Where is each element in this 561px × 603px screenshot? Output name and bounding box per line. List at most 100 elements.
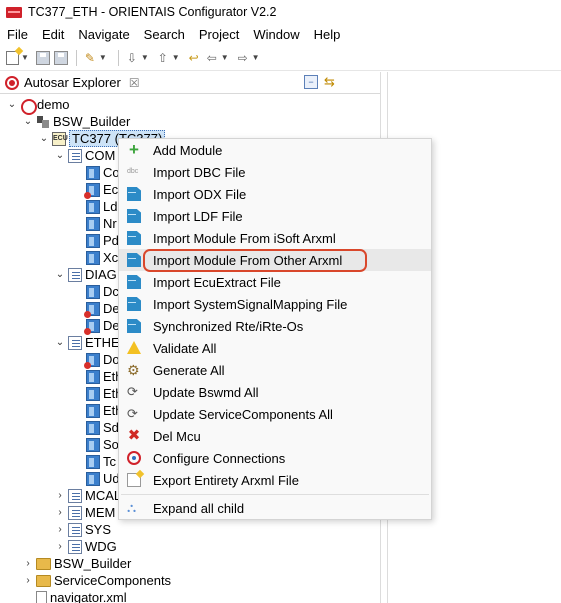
- tree-label: ServiceComponents: [54, 573, 172, 588]
- chevron-right-icon[interactable]: ›: [54, 541, 66, 552]
- menu-item-export-entirety-arxml[interactable]: Export Entirety Arxml File: [119, 469, 431, 491]
- tree-node-com-child[interactable]: Pd: [86, 232, 119, 249]
- menu-item-import-ecuextract[interactable]: Import EcuExtract File: [119, 271, 431, 293]
- menu-window[interactable]: Window: [246, 27, 306, 42]
- menu-item-import-odx[interactable]: Import ODX File: [119, 183, 431, 205]
- document-icon: [127, 275, 141, 289]
- menu-item-update-bswmd-all[interactable]: ⟳ Update Bswmd All: [119, 381, 431, 403]
- menu-item-generate-all[interactable]: ⚙ Generate All: [119, 359, 431, 381]
- tree-label: BSW_Builder: [53, 114, 131, 129]
- forward-dropdown-icon[interactable]: ▼: [252, 53, 260, 62]
- back-icon[interactable]: ⇦: [204, 50, 220, 66]
- tree-node-diag[interactable]: ⌄ DIAG: [54, 266, 117, 283]
- tree-label: Tc: [103, 454, 116, 469]
- last-edit-icon[interactable]: ↩: [186, 50, 202, 66]
- new-dropdown-icon[interactable]: ▼: [21, 53, 29, 62]
- menu-project[interactable]: Project: [192, 27, 246, 42]
- tree-node-bsw-builder-folder[interactable]: › BSW_Builder: [22, 555, 131, 572]
- chevron-down-icon[interactable]: ⌄: [22, 116, 34, 127]
- chevron-right-icon[interactable]: ›: [22, 575, 34, 586]
- connection-icon: [127, 451, 141, 465]
- menu-item-configure-connections[interactable]: Configure Connections: [119, 447, 431, 469]
- menu-item-import-ldf[interactable]: Import LDF File: [119, 205, 431, 227]
- menu-item-validate-all[interactable]: Validate All: [119, 337, 431, 359]
- menu-item-import-isoft-arxml[interactable]: Import Module From iSoft Arxml: [119, 227, 431, 249]
- menu-help[interactable]: Help: [307, 27, 348, 42]
- tree-label: COM: [85, 148, 116, 163]
- menu-item-import-dbc[interactable]: dbc Import DBC File: [119, 161, 431, 183]
- tree-node-ethe-child[interactable]: Ud: [86, 470, 120, 487]
- menu-file[interactable]: File: [0, 27, 35, 42]
- chevron-down-icon[interactable]: ⌄: [54, 150, 66, 161]
- prev-annotation-icon[interactable]: ⇧: [155, 50, 171, 66]
- tree-node-diag-child[interactable]: De: [84, 317, 120, 335]
- tree-label: Sd: [103, 420, 119, 435]
- menu-item-del-mcu[interactable]: ✖ Del Mcu: [119, 425, 431, 447]
- tree-node-service-components[interactable]: › ServiceComponents: [22, 572, 171, 589]
- wand-icon[interactable]: ✎: [82, 50, 98, 66]
- back-dropdown-icon[interactable]: ▼: [221, 53, 229, 62]
- tree-node-bsw-builder[interactable]: ⌄ BSW_Builder: [22, 113, 131, 130]
- tree-node-mem[interactable]: › MEM: [54, 504, 115, 521]
- menu-item-add-module[interactable]: + Add Module: [119, 139, 431, 161]
- main-toolbar: ▼ ✎ ▼ ⇩ ▼ ⇧ ▼ ↩ ⇦ ▼ ⇨ ▼: [0, 45, 561, 71]
- project-icon: [20, 98, 37, 115]
- module-group-icon: [68, 505, 82, 520]
- module-error-icon: [84, 301, 100, 318]
- menu-item-update-servicecomponents-all[interactable]: ⟳ Update ServiceComponents All: [119, 403, 431, 425]
- tree-node-ethe[interactable]: ⌄ ETHE: [54, 334, 120, 351]
- next-annotation-icon[interactable]: ⇩: [124, 50, 140, 66]
- explorer-tab-icon: [5, 75, 19, 90]
- prev-annotation-dropdown-icon[interactable]: ▼: [172, 53, 180, 62]
- menu-navigate[interactable]: Navigate: [71, 27, 136, 42]
- menu-edit[interactable]: Edit: [35, 27, 71, 42]
- tree-node-wdg[interactable]: › WDG: [54, 538, 116, 555]
- tree-node-demo[interactable]: ⌄ demo: [6, 96, 70, 115]
- title-bar: TC377_ETH - ORIENTAIS Configurator V2.2: [0, 0, 561, 24]
- menu-item-import-systemsignalmapping[interactable]: Import SystemSignalMapping File: [119, 293, 431, 315]
- save-all-icon[interactable]: [53, 50, 69, 66]
- menu-item-expand-all-child[interactable]: ⛬ Expand all child: [119, 497, 431, 519]
- chevron-down-icon[interactable]: ⌄: [54, 269, 66, 280]
- module-icon: [86, 437, 100, 452]
- tree-node-ethe-child[interactable]: Do: [84, 351, 120, 369]
- new-icon[interactable]: [4, 50, 20, 66]
- tree-node-mcal[interactable]: › MCAL: [54, 487, 121, 504]
- tree-node-com[interactable]: ⌄ COM: [54, 147, 116, 164]
- forward-icon[interactable]: ⇨: [235, 50, 251, 66]
- wand-dropdown-icon[interactable]: ▼: [99, 53, 107, 62]
- close-icon[interactable]: ☒: [129, 76, 140, 90]
- tree-node-navigator-xml[interactable]: navigator.xml: [36, 589, 127, 603]
- chevron-right-icon[interactable]: ›: [54, 524, 66, 535]
- tree-label: ETHE: [85, 335, 120, 350]
- tree-node-com-child[interactable]: Nr: [86, 215, 117, 232]
- explorer-tab-title[interactable]: Autosar Explorer: [24, 75, 121, 90]
- tree-label: DIAG: [85, 267, 117, 282]
- document-icon: [127, 297, 141, 311]
- save-icon[interactable]: [35, 50, 51, 66]
- chevron-down-icon[interactable]: ⌄: [54, 337, 66, 348]
- menu-bar: File Edit Navigate Search Project Window…: [0, 24, 561, 44]
- tree-node-sys[interactable]: › SYS: [54, 521, 111, 538]
- tree-node-ethe-child[interactable]: Sd: [86, 419, 119, 436]
- chevron-right-icon[interactable]: ›: [54, 507, 66, 518]
- collapse-all-icon[interactable]: −: [304, 75, 318, 89]
- tree-label: Nr: [103, 216, 117, 231]
- tree-node-diag-child[interactable]: Dc: [86, 283, 119, 300]
- menu-item-synchronized-rte[interactable]: Synchronized Rte/iRte-Os: [119, 315, 431, 337]
- tree-label: Ld: [103, 199, 118, 214]
- chevron-right-icon[interactable]: ›: [22, 558, 34, 569]
- tree-node-diag-child[interactable]: De: [84, 300, 120, 318]
- tree-node-ethe-child[interactable]: Tc: [86, 453, 116, 470]
- tree-node-com-child[interactable]: Co: [86, 164, 120, 181]
- menu-search[interactable]: Search: [137, 27, 192, 42]
- link-with-editor-icon[interactable]: ⇆: [324, 75, 338, 89]
- tree-node-ethe-child[interactable]: So: [86, 436, 119, 453]
- export-icon: [127, 473, 141, 487]
- chevron-down-icon[interactable]: ⌄: [6, 99, 18, 110]
- chevron-down-icon[interactable]: ⌄: [38, 133, 50, 144]
- tree-node-com-child[interactable]: Xc: [86, 249, 118, 266]
- tree-node-com-child[interactable]: Ld: [86, 198, 117, 215]
- next-annotation-dropdown-icon[interactable]: ▼: [141, 53, 149, 62]
- chevron-right-icon[interactable]: ›: [54, 490, 66, 501]
